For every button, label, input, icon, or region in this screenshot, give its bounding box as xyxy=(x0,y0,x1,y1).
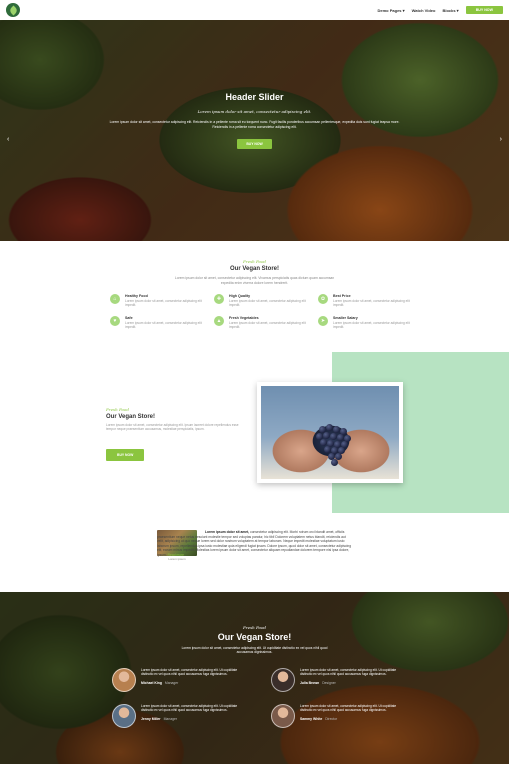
grapes-photo xyxy=(257,382,403,483)
grape-shape xyxy=(337,434,344,441)
testimonial-item: Lorem ipsum dolor sit amet, consectetur … xyxy=(271,704,402,728)
top-navbar: Demo Pages ▾ Watch Video Blocks ▾ BUY NO… xyxy=(0,0,509,20)
avatar xyxy=(271,668,295,692)
feature-item: ♥ Safe Lorem ipsum dolor sit amet, conse… xyxy=(110,315,202,330)
about-title: Our Vegan Store! xyxy=(106,414,156,420)
testimonials-eyebrow: Fresh Food xyxy=(243,625,266,630)
feature-item: ✚ High Quality Lorem ipsum dolor sit ame… xyxy=(214,294,306,308)
testimonial-name: Jenny Miller xyxy=(141,716,161,721)
features-eyebrow: Fresh Food xyxy=(243,259,266,264)
features-description: Lorem ipsum dolor sit amet, consectetur … xyxy=(174,276,335,285)
testimonial-role: Manager xyxy=(163,716,177,721)
features-grid: ⌂ Healthy Food Lorem ipsum dolor sit ame… xyxy=(110,294,410,329)
blog-lead: Lorem ipsum dolor sit amet, xyxy=(205,530,250,534)
testimonial-item: Lorem ipsum dolor sit amet, consectetur … xyxy=(271,668,402,692)
hero-text: Lorem ipsum dolor sit amet, consectetur … xyxy=(109,120,400,129)
feature-title: High Quality xyxy=(229,294,251,298)
feature-title: Best Price xyxy=(333,294,351,298)
testimonial-item: Lorem ipsum dolor sit amet, consectetur … xyxy=(112,704,243,728)
testimonial-text: Lorem ipsum dolor sit amet, consectetur … xyxy=(141,668,238,677)
read-more-link[interactable]: Read more xyxy=(168,553,184,557)
testimonials-section: Fresh Food Our Vegan Store! Lorem ipsum … xyxy=(0,592,509,764)
blog-body: consectetur adipiscing elit. Morbi rutru… xyxy=(157,530,352,558)
feature-text: Lorem ipsum dolor sit amet, consectetur … xyxy=(125,299,202,308)
testimonial-name: Sammy White xyxy=(300,716,323,721)
feature-title: Fresh Vegetables xyxy=(229,315,259,320)
testimonial-role: Director xyxy=(325,716,338,721)
testimonial-text: Lorem ipsum dolor sit amet, consectetur … xyxy=(300,668,397,677)
nav-watch-video[interactable]: Watch Video xyxy=(412,8,436,13)
feature-item: ➤ Smaller Salary Lorem ipsum dolor sit a… xyxy=(318,315,410,330)
brand-logo-icon[interactable] xyxy=(6,3,20,17)
nav-blocks[interactable]: Blocks ▾ xyxy=(442,8,458,13)
feature-item: ⌂ Healthy Food Lorem ipsum dolor sit ame… xyxy=(110,294,202,308)
grape-shape xyxy=(320,439,327,446)
hero-title: Header Slider xyxy=(225,92,284,102)
hero-slider: ‹ › Header Slider Lorem ipsum dolor sit … xyxy=(0,20,509,241)
plus-icon: ✚ xyxy=(214,294,224,304)
feature-text: Lorem ipsum dolor sit amet, consectetur … xyxy=(229,320,306,329)
feature-text: Lorem ipsum dolor sit amet, consectetur … xyxy=(333,320,410,329)
nav-demo-pages[interactable]: Demo Pages ▾ xyxy=(378,8,405,13)
hero-buy-now-button[interactable]: BUY NOW xyxy=(237,139,272,150)
grape-shape xyxy=(324,446,331,453)
testimonial-text: Lorem ipsum dolor sit amet, consectetur … xyxy=(300,704,397,713)
send-icon: ➤ xyxy=(318,315,328,326)
blog-text: Lorem ipsum dolor sit amet, consectetur … xyxy=(157,530,353,558)
nav-buy-now-button[interactable]: BUY NOW xyxy=(465,6,503,14)
testimonials-header: Fresh Food Our Vegan Store! Lorem ipsum … xyxy=(0,625,509,655)
testimonials-title: Our Vegan Store! xyxy=(217,632,292,642)
feature-title: Healthy Food xyxy=(125,294,148,298)
about-buy-now-button[interactable]: BUY NOW xyxy=(106,448,145,461)
about-text: Fresh Food Our Vegan Store! Lorem ipsum … xyxy=(106,407,242,461)
feature-item: ▲ Fresh Vegetables Lorem ipsum dolor sit… xyxy=(214,315,306,330)
grapes-in-hands-image xyxy=(261,386,399,479)
slider-prev-icon[interactable]: ‹ xyxy=(7,136,9,143)
heart-icon: ♥ xyxy=(110,315,120,326)
blog-excerpt-section: Lorem ipsum Lorem ipsum dolor sit amet, … xyxy=(0,514,509,592)
avatar xyxy=(271,704,295,728)
feature-title: Smaller Salary xyxy=(333,315,358,320)
grape-shape xyxy=(323,432,330,439)
testimonial-name: Michael King xyxy=(141,680,162,685)
grape-shape xyxy=(333,426,340,433)
features-title: Our Vegan Store! xyxy=(229,266,279,272)
triangle-icon: ▲ xyxy=(214,315,224,326)
grape-shape xyxy=(326,424,333,431)
flower-icon: ✿ xyxy=(318,294,328,304)
testimonials-description: Lorem ipsum dolor sit amet, consectetur … xyxy=(181,646,328,655)
testimonial-role: Manager xyxy=(164,680,179,685)
feature-text: Lorem ipsum dolor sit amet, consectetur … xyxy=(125,320,202,329)
slider-next-icon[interactable]: › xyxy=(500,136,502,143)
features-section: Fresh Food Our Vegan Store! Lorem ipsum … xyxy=(0,241,509,351)
hero-content: Header Slider Lorem ipsum dolor sit amet… xyxy=(0,92,509,150)
testimonial-text: Lorem ipsum dolor sit amet, consectetur … xyxy=(141,704,238,713)
about-paragraph: Lorem ipsum dolor sit amet, consectetur … xyxy=(106,423,239,432)
feature-item: ✿ Best Price Lorem ipsum dolor sit amet,… xyxy=(318,294,410,308)
testimonials-grid: Lorem ipsum dolor sit amet, consectetur … xyxy=(112,668,402,728)
feature-text: Lorem ipsum dolor sit amet, consectetur … xyxy=(333,299,410,308)
testimonial-role: Designer xyxy=(322,680,336,685)
testimonial-item: Lorem ipsum dolor sit amet, consectetur … xyxy=(112,668,243,692)
about-section: Fresh Food Our Vegan Store! Lorem ipsum … xyxy=(0,351,509,514)
nav-links: Demo Pages ▾ Watch Video Blocks ▾ BUY NO… xyxy=(378,6,503,14)
home-icon: ⌂ xyxy=(110,294,120,304)
hero-subtitle: Lorem ipsum dolor sit amet, consectetur … xyxy=(197,109,312,114)
avatar xyxy=(112,668,136,692)
feature-title: Safe xyxy=(125,315,133,320)
feature-text: Lorem ipsum dolor sit amet, consectetur … xyxy=(229,299,306,308)
grape-shape xyxy=(331,459,338,466)
about-eyebrow: Fresh Food xyxy=(106,407,129,412)
testimonial-name: Julia Brown xyxy=(300,680,320,685)
grape-shape xyxy=(330,433,337,440)
avatar xyxy=(112,704,136,728)
